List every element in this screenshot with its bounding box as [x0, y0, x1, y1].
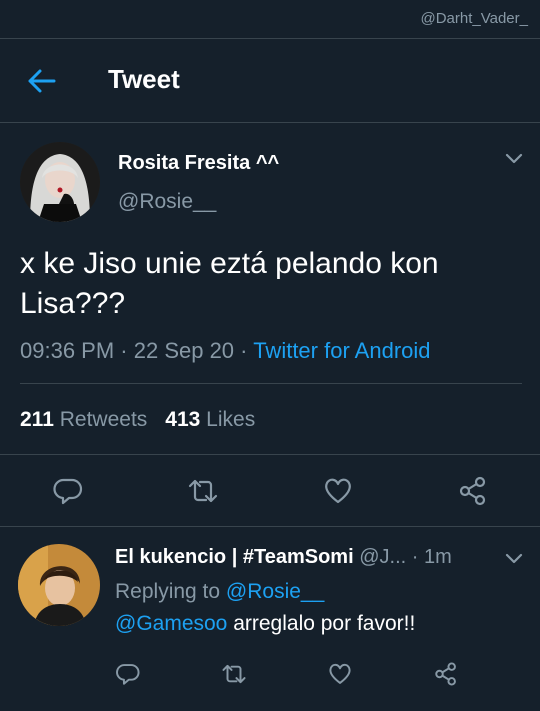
reply-time: 1m	[423, 546, 452, 568]
main-tweet: Rosita Fresita ^^ @Rosie__ x ke Jiso uni…	[0, 124, 540, 527]
share-icon[interactable]	[457, 475, 489, 507]
tweet-date: 22 Sep 20	[133, 338, 235, 363]
reply-header: El kukencio | #TeamSomi @J... · 1m	[115, 546, 495, 569]
divider	[20, 383, 522, 384]
back-arrow-icon[interactable]	[26, 67, 58, 95]
reply-icon[interactable]	[115, 661, 141, 687]
header: Tweet	[0, 39, 540, 123]
chevron-down-icon[interactable]	[504, 152, 524, 166]
retweet-icon[interactable]	[221, 661, 247, 687]
reply-icon[interactable]	[52, 475, 84, 507]
avatar[interactable]	[18, 544, 100, 626]
likes-stat[interactable]: 413 Likes	[165, 408, 255, 431]
reply-author-name[interactable]: El kukencio | #TeamSomi	[115, 546, 354, 568]
retweets-label: Retweets	[59, 408, 148, 431]
meta-separator: ·	[114, 338, 134, 363]
share-icon[interactable]	[433, 661, 459, 687]
watermark: @Darht_Vader_	[420, 10, 528, 27]
retweet-icon[interactable]	[187, 475, 219, 507]
replying-to-link[interactable]: @Rosie__	[226, 580, 324, 603]
like-icon[interactable]	[322, 475, 354, 507]
divider	[0, 454, 540, 455]
reply-author-handle[interactable]: @J...	[359, 546, 406, 568]
chevron-down-icon[interactable]	[504, 552, 524, 566]
reply-separator: ·	[406, 546, 424, 568]
author-name[interactable]: Rosita Fresita ^^	[118, 152, 279, 175]
tweet-text: x ke Jiso unie eztá pelando kon Lisa???	[20, 247, 439, 320]
tweet-meta: 09:36 PM · 22 Sep 20 · Twitter for Andro…	[20, 338, 431, 364]
author-handle[interactable]: @Rosie__	[118, 190, 216, 214]
reply-text: @Gamesoo arreglalo por favor!!	[115, 612, 415, 636]
avatar[interactable]	[20, 142, 100, 222]
tweet-stats: 211 Retweets 413 Likes	[20, 408, 255, 432]
reply-body: arreglalo por favor!!	[227, 612, 416, 635]
replying-prefix: Replying to	[115, 580, 226, 603]
likes-count: 413	[165, 408, 201, 431]
mention-link[interactable]: @Gamesoo	[115, 612, 227, 635]
likes-label: Likes	[206, 408, 256, 431]
meta-separator: ·	[234, 338, 254, 363]
tweet-client-link[interactable]: Twitter for Android	[253, 338, 430, 363]
replying-to: Replying to @Rosie__	[115, 580, 324, 604]
reply-tweet[interactable]: El kukencio | #TeamSomi @J... · 1m Reply…	[0, 528, 540, 711]
retweets-count: 211	[20, 408, 54, 431]
retweets-stat[interactable]: 211 Retweets	[20, 408, 147, 431]
tweet-time: 09:36 PM	[20, 338, 115, 363]
page-title: Tweet	[108, 64, 180, 94]
like-icon[interactable]	[327, 661, 353, 687]
